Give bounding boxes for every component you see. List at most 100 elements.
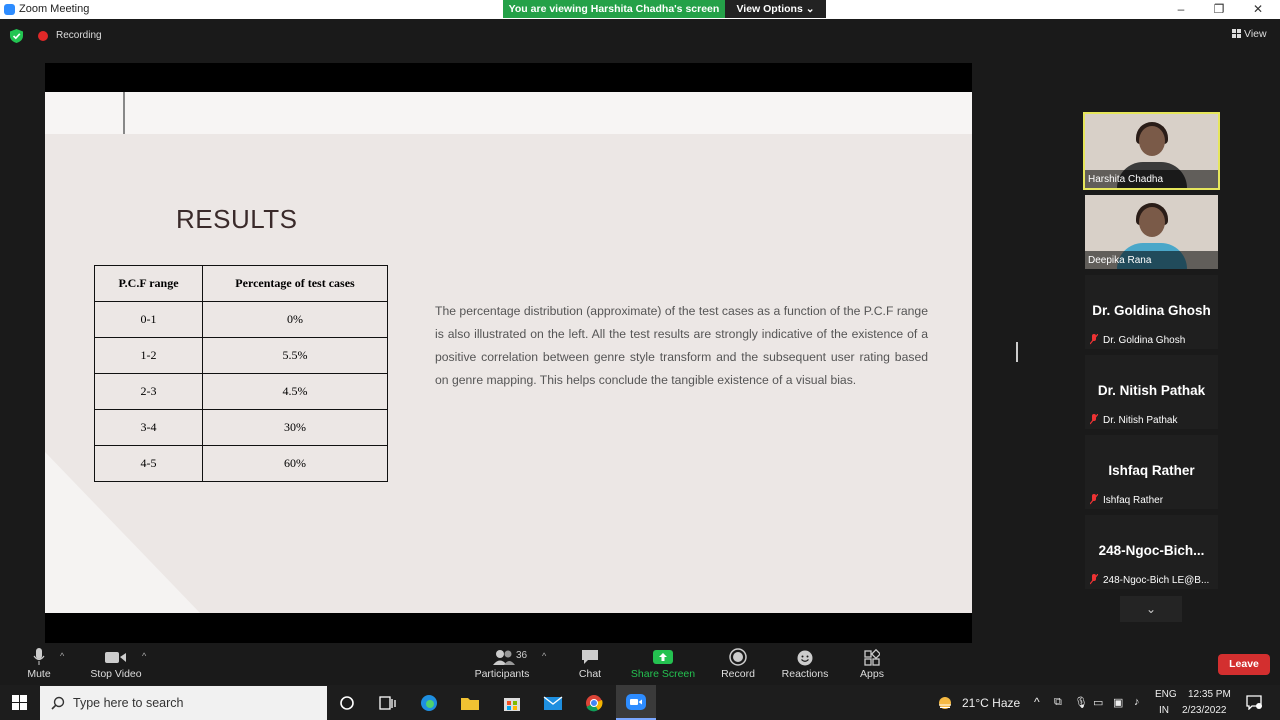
file-explorer-icon[interactable]	[460, 694, 480, 712]
apps-label: Apps	[860, 668, 884, 680]
record-label: Record	[721, 668, 755, 680]
participant-display-name: Ishfaq Rather	[1108, 463, 1195, 478]
show-hidden-icons-chevron-icon[interactable]: ^	[1034, 695, 1040, 720]
meeting-toolbar: Mute ^ Stop Video ^ Participants 36 ^ Ch…	[0, 643, 1280, 685]
window-title: Zoom Meeting	[19, 3, 90, 15]
table-row: 0-1 0%	[94, 301, 388, 338]
cortana-icon[interactable]	[337, 694, 357, 712]
view-label: View	[1244, 28, 1267, 40]
table-cell: 5.5%	[202, 337, 388, 374]
search-placeholder: Type here to search	[73, 696, 184, 710]
record-button[interactable]: Record	[718, 643, 758, 685]
tray-app-icon[interactable]: ⧉	[1054, 696, 1062, 720]
panel-resize-handle[interactable]	[1016, 342, 1018, 362]
chat-label: Chat	[578, 668, 602, 680]
reactions-button[interactable]: Reactions	[780, 643, 830, 685]
participant-face	[1138, 207, 1165, 237]
chat-button[interactable]: Chat	[572, 643, 608, 685]
volume-icon[interactable]: ♪	[1134, 696, 1140, 720]
record-icon	[729, 648, 747, 666]
participant-tile[interactable]: 248-Ngoc-Bich... 248-Ngoc-Bich LE@B...	[1085, 515, 1218, 589]
participants-options-caret-icon[interactable]: ^	[542, 651, 546, 661]
table-cell: 4.5%	[202, 373, 388, 410]
clock-date[interactable]: 2/23/2022	[1182, 705, 1227, 720]
share-screen-label: Share Screen	[630, 668, 696, 680]
leave-button[interactable]: Leave	[1218, 654, 1270, 675]
table-cell: 60%	[202, 445, 388, 482]
participant-name: Deepika Rana	[1088, 255, 1152, 266]
network-icon[interactable]: ▣	[1113, 696, 1123, 720]
zoom-app-icon	[4, 4, 15, 15]
table-cell: 0%	[202, 301, 388, 338]
slide-divider	[123, 92, 125, 134]
microphone-icon	[33, 648, 45, 665]
video-options-caret-icon[interactable]: ^	[142, 651, 146, 661]
slide-body-text: The percentage distribution (approximate…	[435, 304, 928, 387]
task-view-icon[interactable]	[377, 694, 397, 712]
zoom-icon	[626, 694, 646, 710]
microsoft-store-icon[interactable]	[502, 694, 522, 712]
results-table: P.C.F range Percentage of test cases 0-1…	[94, 265, 388, 482]
zoom-meeting-window: Zoom Meeting – ❐ ✕ You are viewing Harsh…	[0, 0, 1280, 720]
close-icon[interactable]: ✕	[1251, 2, 1265, 16]
table-row: 1-2 5.5%	[94, 337, 388, 374]
recording-icon	[38, 31, 48, 41]
reactions-label: Reactions	[781, 668, 829, 680]
notification-icon[interactable]	[1246, 694, 1262, 710]
participant-face	[1138, 126, 1165, 156]
muted-mic-icon	[1090, 334, 1098, 345]
search-icon	[51, 696, 65, 710]
participant-name: Harshita Chadha	[1088, 174, 1164, 185]
view-button[interactable]: View	[1232, 28, 1267, 40]
zoom-taskbar-button[interactable]	[616, 685, 656, 720]
view-options-button[interactable]: View Options ⌄	[725, 0, 826, 18]
participant-name: Dr. Goldina Ghosh	[1103, 335, 1186, 346]
table-cell: 2-3	[94, 373, 203, 410]
participants-count: 36	[516, 650, 528, 661]
participant-tile[interactable]: Ishfaq Rather Ishfaq Rather	[1085, 435, 1218, 509]
table-header-cell: Percentage of test cases	[202, 265, 388, 302]
participant-name: 248-Ngoc-Bich LE@B...	[1103, 575, 1210, 586]
recording-label: Recording	[56, 30, 102, 41]
share-screen-button[interactable]: Share Screen	[630, 643, 696, 685]
chat-bubble-icon	[582, 650, 598, 664]
scroll-down-chevron-icon[interactable]: ⌄	[1120, 596, 1182, 622]
shield-icon[interactable]	[10, 29, 23, 43]
table-header-cell: P.C.F range	[94, 265, 203, 302]
slide-header-band	[45, 92, 972, 134]
weather-text[interactable]: 21°C Haze	[962, 696, 1020, 720]
chrome-icon[interactable]	[584, 694, 604, 712]
windows-start-icon[interactable]	[12, 695, 27, 710]
participant-name: Ishfaq Rather	[1103, 495, 1164, 506]
mute-button[interactable]: Mute	[20, 643, 58, 685]
weather-haze-icon	[939, 697, 951, 709]
tray-microphone-icon[interactable]: 🎙	[1074, 696, 1088, 720]
battery-icon[interactable]: ▭	[1093, 696, 1103, 720]
language-region[interactable]: IN	[1159, 705, 1169, 720]
table-header-row: P.C.F range Percentage of test cases	[94, 265, 388, 302]
share-screen-icon	[653, 650, 673, 664]
mute-options-caret-icon[interactable]: ^	[60, 651, 64, 661]
muted-mic-icon	[1090, 574, 1098, 585]
slide-title: RESULTS	[176, 204, 298, 234]
participant-tile[interactable]: Deepika Rana	[1085, 195, 1218, 269]
participant-display-name: Dr. Nitish Pathak	[1097, 383, 1206, 398]
restore-icon[interactable]: ❐	[1212, 2, 1226, 16]
stop-video-button[interactable]: Stop Video	[88, 643, 144, 685]
participant-tile[interactable]: Dr. Nitish Pathak Dr. Nitish Pathak	[1085, 355, 1218, 429]
minimize-icon[interactable]: –	[1174, 2, 1188, 16]
participants-icon	[493, 650, 515, 665]
stop-video-label: Stop Video	[90, 668, 142, 680]
mail-icon[interactable]	[543, 694, 563, 712]
table-cell: 0-1	[94, 301, 203, 338]
edge-icon[interactable]	[419, 694, 439, 712]
mute-label: Mute	[27, 668, 51, 680]
participant-tile[interactable]: Dr. Goldina Ghosh Dr. Goldina Ghosh	[1085, 275, 1218, 349]
apps-button[interactable]: Apps	[856, 643, 888, 685]
taskbar-search-box[interactable]: Type here to search	[40, 686, 327, 720]
participant-display-name: Dr. Goldina Ghosh	[1092, 303, 1211, 318]
table-row: 2-3 4.5%	[94, 373, 388, 410]
apps-icon	[864, 648, 880, 666]
participant-tile[interactable]: Harshita Chadha	[1083, 112, 1220, 190]
muted-mic-icon	[1090, 414, 1098, 425]
